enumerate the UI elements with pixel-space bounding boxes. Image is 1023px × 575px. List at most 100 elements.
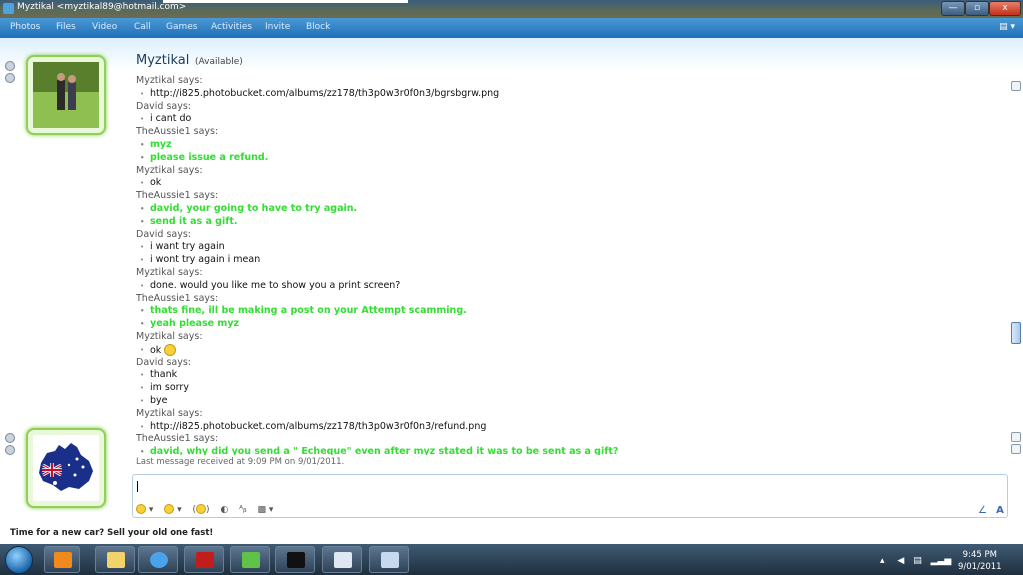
message-text: done. would you like me to show you a pr… [136,280,1006,293]
message-text: send it as a gift. [136,216,1006,229]
minimize-button[interactable]: — [941,1,965,16]
menu-games[interactable]: Games [166,22,197,32]
message-content: i wont try again i mean [150,254,261,266]
messenger-icon [3,3,14,14]
menu-files[interactable]: Files [56,22,76,32]
message-sender: Myztikal says: [136,267,1006,280]
menu-invite[interactable]: Invite [265,22,290,32]
message-text: im sorry [136,382,1006,395]
message-sender: Myztikal says: [136,75,1006,88]
australia-flag-map-picture [33,435,99,501]
menu-block[interactable]: Block [306,22,330,32]
message-sender: Myztikal says: [136,331,1006,344]
title-input-overlay [163,0,408,3]
message-sender: David says: [136,101,1006,114]
text-caret [137,481,138,492]
webcam-icon[interactable] [5,73,15,83]
message-text: i wont try again i mean [136,254,1006,267]
ad-link[interactable]: Time for a new car? Sell your old one fa… [10,528,213,538]
wink-picker-icon[interactable]: ▾ [164,504,182,515]
scroll-up-button[interactable] [1011,81,1021,91]
window-app-icon[interactable] [322,546,362,573]
message-content: david, your going to have to try again. [150,202,358,214]
clock-date: 9/01/2011 [958,562,1002,572]
message-text: i want try again [136,241,1006,254]
message-text: ok [136,177,1006,190]
signal-icon[interactable]: ▂▃▅ [931,556,952,566]
message-text: thank [136,369,1006,382]
start-button[interactable] [5,546,33,574]
message-text: http://i825.photobucket.com/albums/zz178… [136,88,1006,101]
contact-avatar[interactable] [26,55,106,135]
internet-explorer-icon[interactable] [138,546,178,573]
message-content: please issue a refund. [150,151,269,163]
message-content: TheAussie1 says: [136,433,219,445]
message-sender: TheAussie1 says: [136,293,1006,306]
explorer-icon[interactable] [95,546,135,573]
user-avatar[interactable] [26,428,106,508]
emoticon-picker-icon[interactable]: ▾ [136,504,153,515]
message-text: yeah please myz [136,318,1006,331]
media-player-icon[interactable] [44,546,80,573]
message-text: myz [136,139,1006,152]
message-content: TheAussie1 says: [136,126,219,138]
voice-clip-icon[interactable]: ◐ [220,505,228,515]
maximize-button[interactable]: ▫ [965,1,989,16]
scrollbar-thumb[interactable] [1011,322,1021,344]
message-content: Myztikal says: [136,75,203,86]
message-content: i cant do [150,113,192,125]
message-sender: TheAussie1 says: [136,433,1006,446]
message-text: david, your going to have to try again. [136,203,1006,216]
message-content: done. would you like me to show you a pr… [150,279,401,291]
collapse-icon[interactable] [5,433,15,443]
message-sender: Myztikal says: [136,408,1006,421]
system-tray: ▴ ◀ ▤ ▂▃▅ [880,556,951,566]
message-content: thank [150,369,178,381]
message-content: ok [150,344,162,356]
volume-icon[interactable]: ◀ [897,556,904,566]
expand-icon[interactable] [1011,444,1021,454]
messenger-icon[interactable] [230,546,270,573]
command-prompt-icon[interactable] [275,546,315,573]
paint-icon[interactable] [369,546,409,573]
menu-photos[interactable]: Photos [10,22,40,32]
nudge-icon[interactable]: () [193,504,210,515]
message-text: thats fine, ill be making a post on your… [136,305,1006,318]
font-style-icon[interactable]: ᴬᵦ [239,505,247,515]
contact-name: Myztikal [136,53,190,68]
message-text: bye [136,395,1006,408]
message-sender: David says: [136,229,1006,242]
title-bar: Myztikal <myztikal89@hotmail.com> — ▫ x [0,0,1023,18]
webcam-icon[interactable] [5,445,15,455]
menu-activities[interactable]: Activities [211,22,252,32]
collapse-icon[interactable] [5,61,15,71]
message-content: http://i825.photobucket.com/albums/zz178… [150,420,487,432]
clock[interactable]: 9:45 PM 9/01/2011 [958,549,1002,573]
message-content: bye [150,394,168,406]
background-picker-icon[interactable]: ▩ ▾ [258,505,274,515]
network-icon[interactable]: ▤ [913,556,922,566]
font-icon[interactable]: A [996,505,1004,516]
show-hidden-icons-icon[interactable]: ▴ [880,556,885,566]
options-menu-icon[interactable]: ▤ ▾ [999,22,1015,32]
message-content: yeah please myz [150,318,240,330]
message-text: please issue a refund. [136,152,1006,165]
message-text: david, why did you send a " Echeque" eve… [136,446,1006,455]
message-content: david, why did you send a " Echeque" eve… [150,446,619,455]
pdf-reader-icon[interactable] [184,546,224,573]
scroll-down-button[interactable] [1011,432,1021,442]
message-content: TheAussie1 says: [136,292,219,304]
clock-time: 9:45 PM [962,550,997,560]
menu-call[interactable]: Call [134,22,151,32]
message-content: David says: [136,100,191,112]
contact-status: (Available) [195,57,243,67]
last-message-status: Last message received at 9:09 PM on 9/01… [136,457,345,467]
smiley-icon [164,343,177,356]
conversation-history[interactable]: Myztikal says:http://i825.photobucket.co… [136,75,1006,455]
handwriting-icon[interactable]: ∠ [978,505,987,516]
message-content: im sorry [150,382,189,394]
close-button[interactable]: x [989,1,1021,16]
menu-video[interactable]: Video [92,22,117,32]
message-text: ok [136,343,1006,357]
message-sender: TheAussie1 says: [136,190,1006,203]
